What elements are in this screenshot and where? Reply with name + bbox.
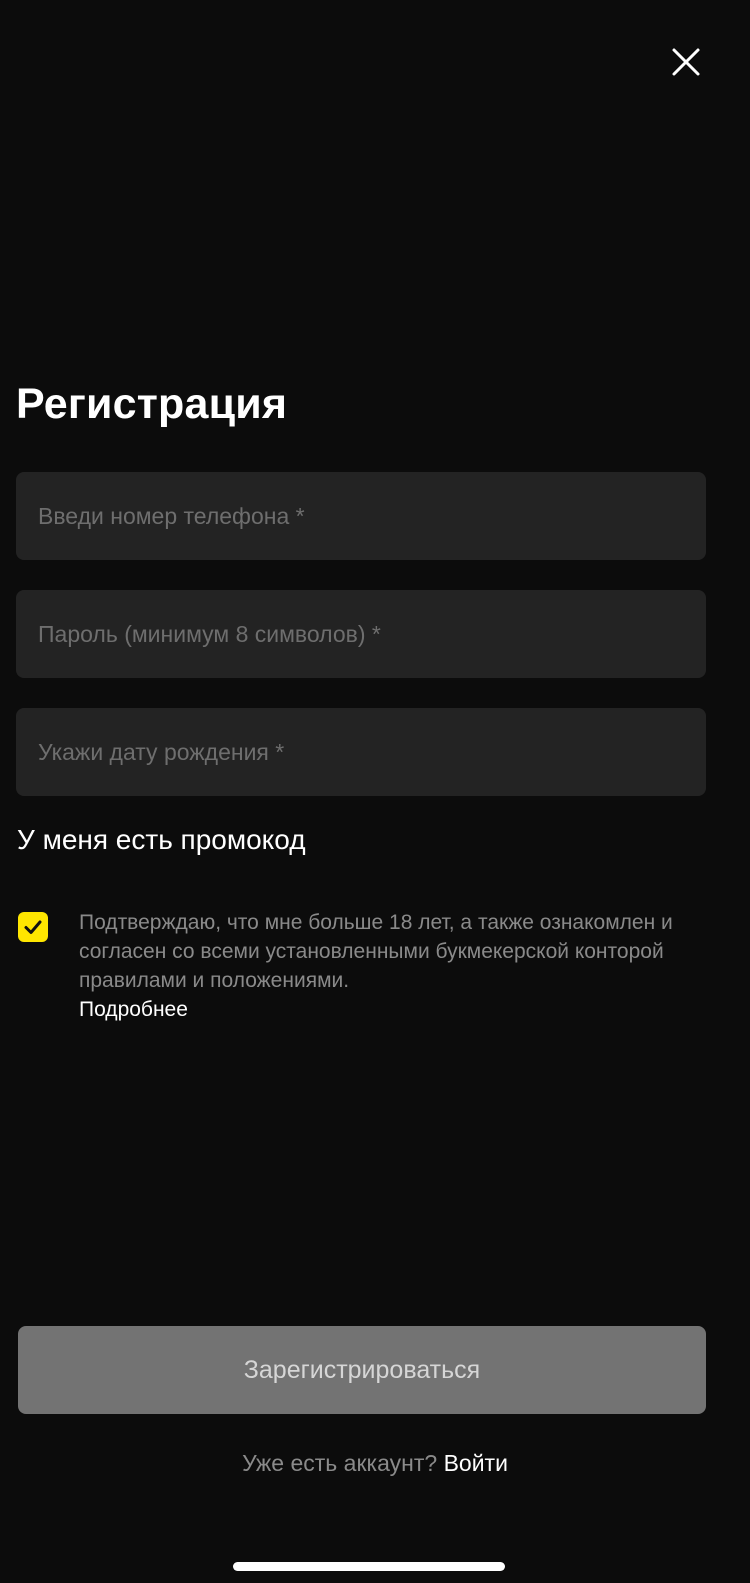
login-question: Уже есть аккаунт? — [242, 1450, 438, 1476]
home-indicator — [233, 1562, 505, 1571]
password-input[interactable] — [16, 590, 706, 678]
consent-text: Подтверждаю, что мне больше 18 лет, а та… — [79, 908, 689, 1024]
login-link[interactable]: Войти — [444, 1450, 508, 1476]
consent-more-link[interactable]: Подробнее — [79, 995, 689, 1024]
birth-date-input[interactable] — [16, 708, 706, 796]
login-prompt: Уже есть аккаунт? Войти — [0, 1447, 750, 1479]
checkmark-icon — [18, 912, 48, 942]
consent-checkbox[interactable] — [18, 912, 48, 942]
close-button[interactable] — [668, 44, 704, 80]
phone-input[interactable] — [16, 472, 706, 560]
close-icon — [668, 44, 704, 80]
register-button[interactable]: Зарегистрироваться — [18, 1326, 706, 1414]
page-title: Регистрация — [16, 380, 288, 428]
consent-text-body: Подтверждаю, что мне больше 18 лет, а та… — [79, 911, 673, 992]
promo-code-link[interactable]: У меня есть промокод — [17, 820, 306, 860]
